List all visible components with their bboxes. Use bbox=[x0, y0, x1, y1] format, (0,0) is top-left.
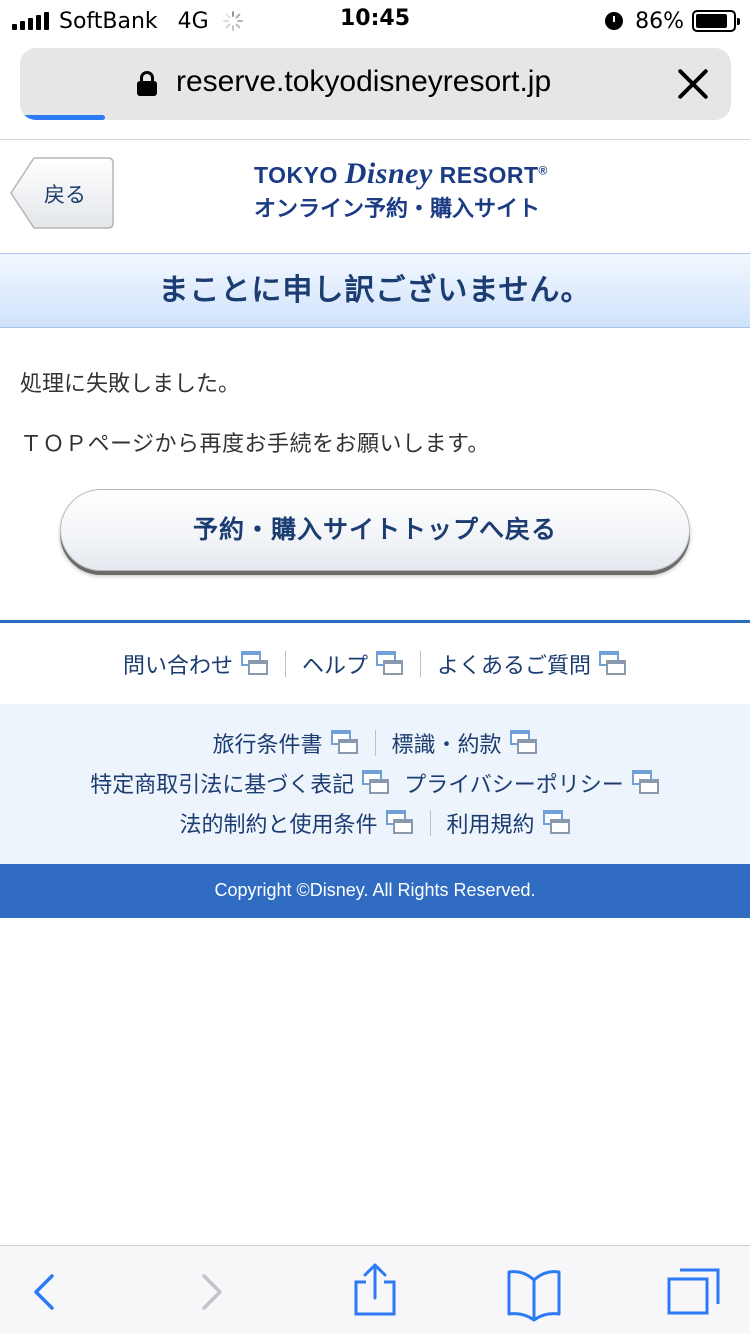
new-window-icon bbox=[599, 651, 627, 677]
new-window-icon bbox=[509, 730, 538, 756]
new-window-icon bbox=[362, 770, 390, 796]
signal-strength-icon bbox=[12, 12, 49, 30]
tokyo-disney-resort-logo[interactable]: TOKYO Disney RESORT® オンライン予約・購入サイト bbox=[254, 157, 554, 223]
link-separator bbox=[284, 651, 286, 677]
status-bar: SoftBank 4G 10:45 86% bbox=[0, 0, 750, 40]
new-window-icon bbox=[631, 770, 660, 796]
link-separator bbox=[429, 810, 431, 836]
error-message-retry: ＴＯＰページから再度お手続をお願いします。 bbox=[20, 432, 490, 457]
contact-link[interactable]: 問い合わせ bbox=[123, 648, 269, 680]
logo-subtitle: オンライン予約・購入サイト bbox=[254, 197, 541, 222]
return-to-top-label: 予約・購入サイトトップへ戻る bbox=[192, 515, 557, 544]
site-header: 戻る TOKYO Disney RESORT® オンライン予約・購入サイト bbox=[0, 141, 750, 253]
bookmarks-icon[interactable] bbox=[489, 1246, 579, 1334]
battery-icon bbox=[692, 10, 740, 32]
error-title: まことに申し訳ございません。 bbox=[158, 273, 592, 308]
lock-icon bbox=[137, 71, 157, 97]
new-window-icon bbox=[330, 730, 359, 756]
url-text[interactable]: reserve.tokyodisneyresort.jp bbox=[176, 65, 551, 99]
terms-of-use-link[interactable]: 利用規約 bbox=[447, 807, 571, 839]
battery-fill bbox=[696, 14, 727, 28]
new-window-icon bbox=[376, 651, 404, 677]
return-to-top-button[interactable]: 予約・購入サイトトップへ戻る bbox=[60, 489, 690, 571]
carrier-name: SoftBank bbox=[59, 8, 158, 34]
copyright-bar: Copyright ©Disney. All Rights Reserved. bbox=[0, 864, 750, 918]
tabs-icon[interactable] bbox=[648, 1246, 738, 1334]
new-window-icon bbox=[385, 810, 414, 836]
back-arrow-icon[interactable] bbox=[0, 1246, 90, 1334]
alarm-icon bbox=[605, 12, 624, 30]
link-separator bbox=[420, 651, 421, 677]
share-icon[interactable] bbox=[330, 1246, 420, 1334]
logo-wordmark: TOKYO Disney RESORT® bbox=[254, 157, 548, 190]
network-type: 4G bbox=[177, 8, 209, 34]
travel-conditions-link[interactable]: 旅行条件書 bbox=[212, 727, 358, 759]
legal-links-row: 旅行条件書 標識・約款 bbox=[0, 726, 750, 760]
status-right: 86% bbox=[605, 6, 740, 36]
page-load-progress-bar bbox=[20, 115, 106, 120]
browser-toolbar bbox=[0, 1245, 750, 1334]
forward-arrow-icon[interactable] bbox=[166, 1246, 256, 1334]
privacy-policy-link[interactable]: プライバシーポリシー bbox=[404, 767, 660, 799]
legal-links-row: 特定商取引法に基づく表記 プライバシーポリシー bbox=[0, 766, 750, 800]
back-button-label: 戻る bbox=[44, 183, 86, 207]
help-links: 問い合わせ ヘルプ よくあるご質問 bbox=[0, 646, 750, 682]
activity-spinner-icon bbox=[222, 11, 243, 31]
address-bar[interactable]: reserve.tokyodisneyresort.jp bbox=[20, 48, 731, 120]
commercial-transactions-link[interactable]: 特定商取引法に基づく表記 bbox=[90, 767, 390, 799]
link-separator bbox=[374, 730, 376, 756]
legal-links-row: 法的制約と使用条件 利用規約 bbox=[0, 806, 750, 840]
close-icon[interactable] bbox=[677, 68, 709, 100]
browser-address-area: reserve.tokyodisneyresort.jp bbox=[0, 40, 750, 140]
back-button[interactable]: 戻る bbox=[10, 157, 114, 229]
faq-link[interactable]: よくあるご質問 bbox=[437, 648, 627, 680]
help-link[interactable]: ヘルプ bbox=[302, 648, 404, 680]
battery-percent: 86% bbox=[635, 8, 684, 34]
legal-restrictions-link[interactable]: 法的制約と使用条件 bbox=[179, 807, 413, 839]
error-message-failed: 処理に失敗しました。 bbox=[20, 372, 241, 397]
new-window-icon bbox=[542, 810, 571, 836]
footer-divider bbox=[0, 620, 750, 623]
error-banner: まことに申し訳ございません。 bbox=[0, 253, 750, 328]
new-window-icon bbox=[240, 651, 269, 677]
terms-signs-link[interactable]: 標識・約款 bbox=[392, 727, 538, 759]
legal-links-section: 旅行条件書 標識・約款 特定商取引法に基づく表記 プライバシーポリシー 法的制約… bbox=[0, 704, 750, 864]
status-left: SoftBank 4G bbox=[12, 6, 243, 36]
